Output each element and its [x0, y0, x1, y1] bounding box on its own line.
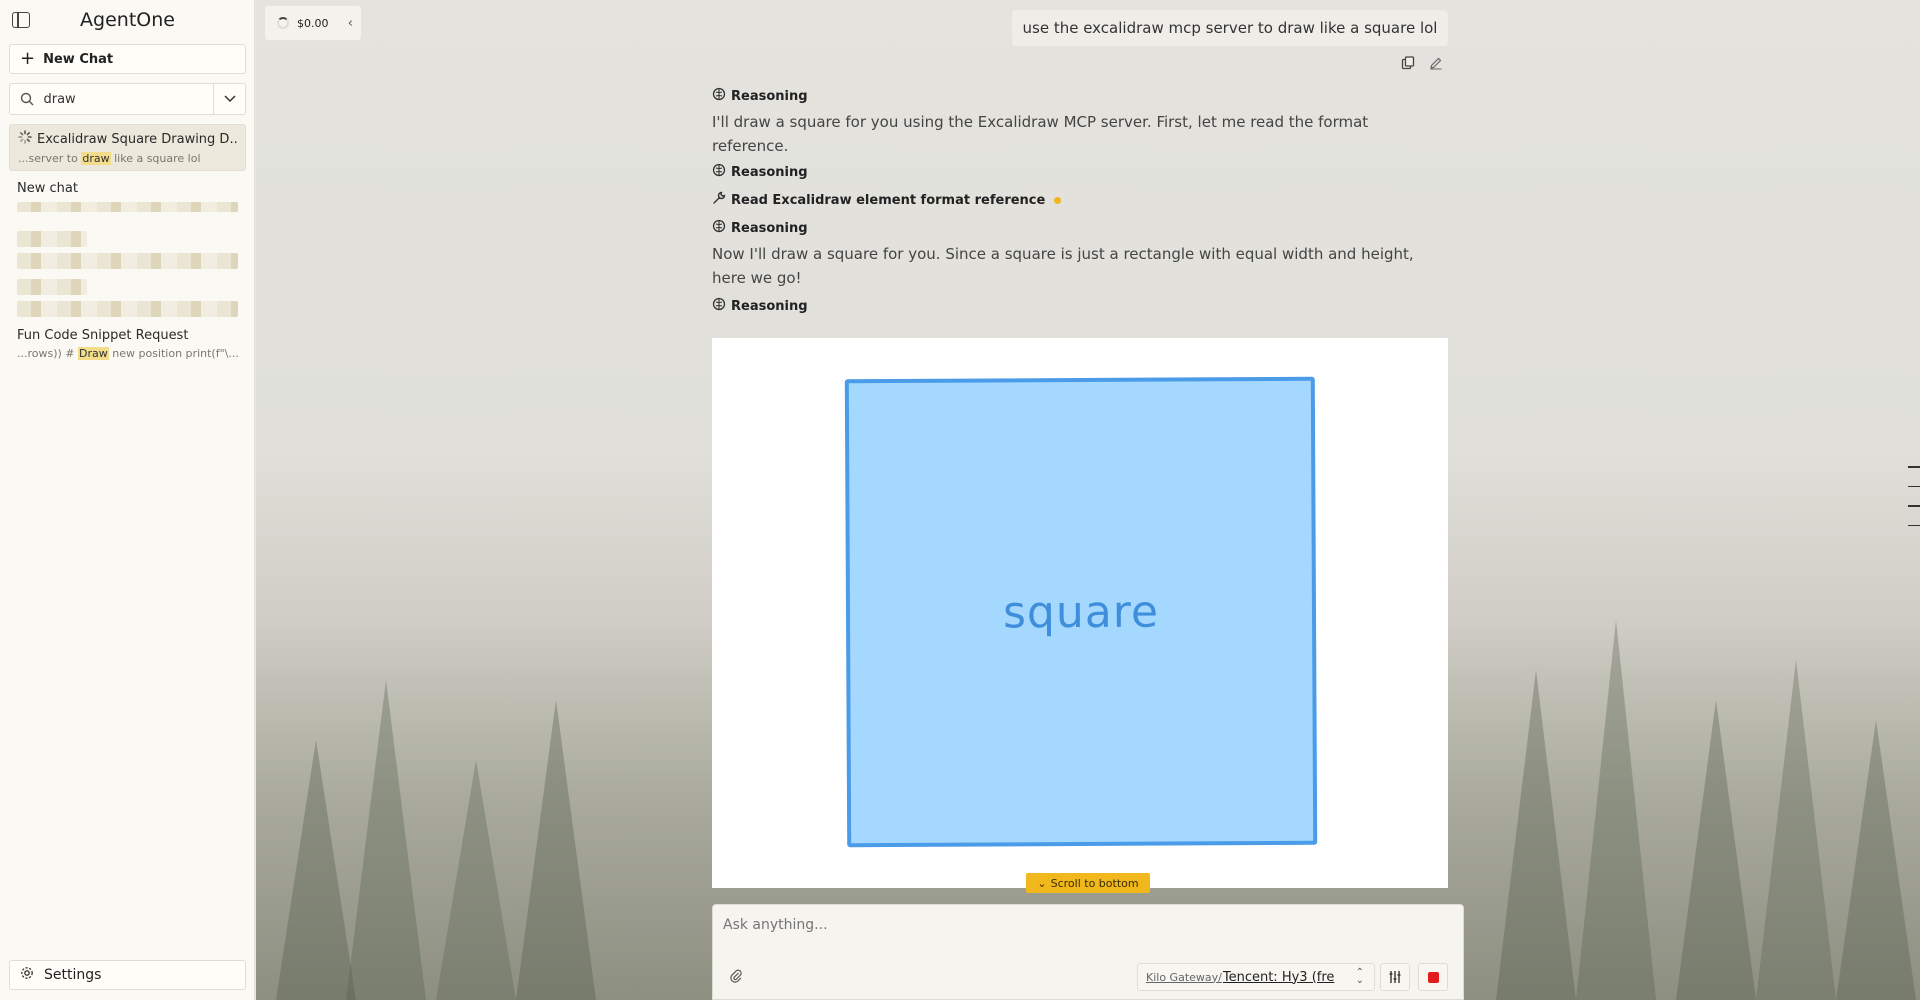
model-name: Tencent: Hy3 (fre — [1222, 969, 1335, 985]
reasoning-toggle[interactable]: Reasoning — [712, 162, 1448, 182]
copy-icon[interactable] — [1398, 53, 1418, 73]
new-chat-button[interactable]: + New Chat — [9, 44, 246, 74]
square-shape[interactable]: square — [844, 376, 1318, 848]
scroll-to-bottom-button[interactable]: ⌄ Scroll to bottom — [1026, 873, 1150, 893]
chevron-down-icon: ⌄ — [1037, 876, 1047, 890]
stop-icon — [1427, 971, 1439, 983]
chat-item-redacted[interactable] — [9, 274, 246, 322]
redacted-snippet — [17, 202, 238, 212]
brain-icon — [712, 297, 726, 315]
chat-snippet: ...server to draw like a square lol — [18, 152, 201, 165]
gear-icon — [20, 966, 34, 984]
sliders-icon[interactable] — [1380, 963, 1410, 991]
redacted-title — [17, 231, 87, 247]
search-input[interactable] — [43, 84, 214, 114]
brain-icon — [712, 219, 726, 237]
progress-spinner-icon — [277, 17, 289, 29]
reasoning-toggle[interactable]: Reasoning — [712, 296, 1448, 316]
cost-value: $0.00 — [297, 16, 329, 30]
chat-title: Fun Code Snippet Request — [17, 328, 189, 343]
search-icon — [10, 84, 43, 114]
assistant-text: Now I'll draw a square for you. Since a … — [712, 245, 1414, 287]
paperclip-icon[interactable] — [723, 963, 749, 989]
model-provider: Kilo Gateway/ — [1146, 970, 1222, 984]
sidebar: AgentOne + New Chat Excalidraw Square Dr… — [0, 0, 255, 1000]
settings-button[interactable]: Settings — [9, 960, 246, 990]
composer: Kilo Gateway/ Tencent: Hy3 (fre ⌃⌄ — [712, 904, 1464, 1000]
plus-icon: + — [20, 48, 36, 69]
chat-main: $0.00 ‹ use the excalidraw mcp server to… — [256, 0, 1920, 1000]
brain-icon — [712, 163, 726, 181]
assistant-text: I'll draw a square for you using the Exc… — [712, 113, 1369, 155]
app-title: AgentOne — [80, 9, 175, 31]
reasoning-toggle[interactable]: Reasoning — [712, 86, 1448, 106]
tool-call[interactable]: Read Excalidraw element format reference — [712, 190, 1448, 210]
new-chat-label: New Chat — [43, 51, 114, 67]
chat-title: New chat — [17, 181, 78, 196]
chat-title: Excalidraw Square Drawing D... — [37, 131, 237, 147]
edit-icon[interactable] — [1426, 53, 1446, 73]
redacted-snippet — [17, 301, 238, 317]
stop-button[interactable] — [1418, 963, 1448, 991]
cost-indicator[interactable]: $0.00 ‹ — [265, 6, 361, 40]
chevron-left-icon[interactable]: ‹ — [348, 16, 353, 31]
chat-item-fun-code[interactable]: Fun Code Snippet Request ...rows)) # Dra… — [9, 323, 246, 365]
status-dot — [1054, 196, 1062, 204]
updown-chevron-icon: ⌃ ⌄ — [1355, 967, 1364, 986]
redacted-title — [17, 279, 87, 295]
wrench-icon — [712, 191, 726, 209]
brain-icon — [712, 87, 726, 105]
assistant-thread: Reasoning I'll draw a square for you usi… — [712, 86, 1448, 316]
redacted-snippet — [17, 253, 238, 269]
settings-label: Settings — [44, 967, 102, 983]
user-message: use the excalidraw mcp server to draw li… — [1012, 10, 1448, 46]
chevron-down-icon[interactable] — [213, 84, 245, 114]
chat-item-redacted[interactable] — [9, 226, 246, 274]
square-label: square — [1002, 586, 1160, 638]
loading-spinner-icon — [18, 130, 32, 148]
search-match: draw — [81, 152, 111, 165]
scroll-minimap[interactable] — [1908, 466, 1920, 544]
search-match: Draw — [78, 347, 109, 360]
reasoning-toggle[interactable]: Reasoning — [712, 218, 1448, 238]
chat-item-new-chat[interactable]: New chat — [9, 176, 246, 217]
excalidraw-canvas[interactable]: square — [712, 338, 1448, 888]
search-box — [9, 83, 246, 115]
chat-item-excalidraw[interactable]: Excalidraw Square Drawing D... ...server… — [9, 124, 246, 171]
chat-snippet: ...rows)) # Draw new position print(f"\.… — [17, 347, 238, 360]
message-input[interactable] — [723, 913, 1423, 937]
model-selector[interactable]: Kilo Gateway/ Tencent: Hy3 (fre ⌃ ⌄ — [1137, 963, 1375, 991]
